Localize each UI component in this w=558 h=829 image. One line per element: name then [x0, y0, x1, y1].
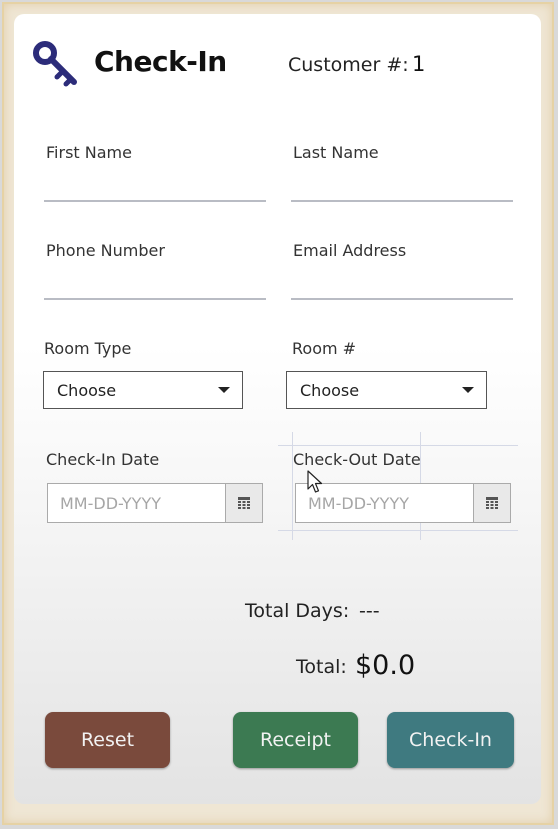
check-in-date-label: Check-In Date	[46, 450, 160, 469]
phone-number-field[interactable]	[44, 298, 266, 300]
room-type-selected: Choose	[57, 381, 117, 400]
design-guide-line	[278, 445, 518, 446]
customer-number-value: 1	[412, 52, 426, 76]
mouse-cursor-icon	[307, 470, 323, 498]
chevron-down-icon	[218, 387, 230, 393]
chevron-down-icon	[462, 387, 474, 393]
calendar-icon[interactable]	[225, 484, 262, 522]
check-out-date-placeholder: MM-DD-YYYY	[308, 494, 409, 513]
check-in-button[interactable]: Check-In	[387, 712, 514, 768]
check-in-date-picker[interactable]: MM-DD-YYYY	[47, 483, 263, 523]
room-number-selected: Choose	[300, 381, 360, 400]
email-address-field[interactable]	[291, 298, 513, 300]
check-out-date-picker[interactable]: MM-DD-YYYY	[295, 483, 511, 523]
total-days-value: ---	[359, 600, 380, 622]
checkin-card	[14, 14, 541, 804]
total-label: Total:	[296, 656, 347, 678]
last-name-label: Last Name	[293, 143, 379, 162]
key-icon	[30, 38, 82, 94]
room-number-select[interactable]: Choose	[286, 371, 487, 409]
email-address-label: Email Address	[293, 241, 407, 260]
check-out-date-label: Check-Out Date	[293, 450, 421, 469]
total-value: $0.0	[355, 650, 416, 681]
first-name-field[interactable]	[44, 200, 266, 202]
check-in-date-placeholder: MM-DD-YYYY	[60, 494, 161, 513]
page-title: Check-In	[94, 45, 227, 78]
room-type-select[interactable]: Choose	[43, 371, 243, 409]
receipt-button[interactable]: Receipt	[233, 712, 358, 768]
calendar-icon[interactable]	[473, 484, 510, 522]
first-name-label: First Name	[46, 143, 132, 162]
design-guide-line	[278, 530, 518, 531]
customer-number-label: Customer #:	[288, 54, 409, 76]
reset-button[interactable]: Reset	[45, 712, 170, 768]
phone-number-label: Phone Number	[46, 241, 165, 260]
last-name-field[interactable]	[291, 200, 513, 202]
room-type-label: Room Type	[44, 339, 132, 358]
total-days-label: Total Days:	[245, 600, 350, 622]
design-guide-line	[292, 432, 293, 540]
room-number-label: Room #	[292, 339, 357, 358]
